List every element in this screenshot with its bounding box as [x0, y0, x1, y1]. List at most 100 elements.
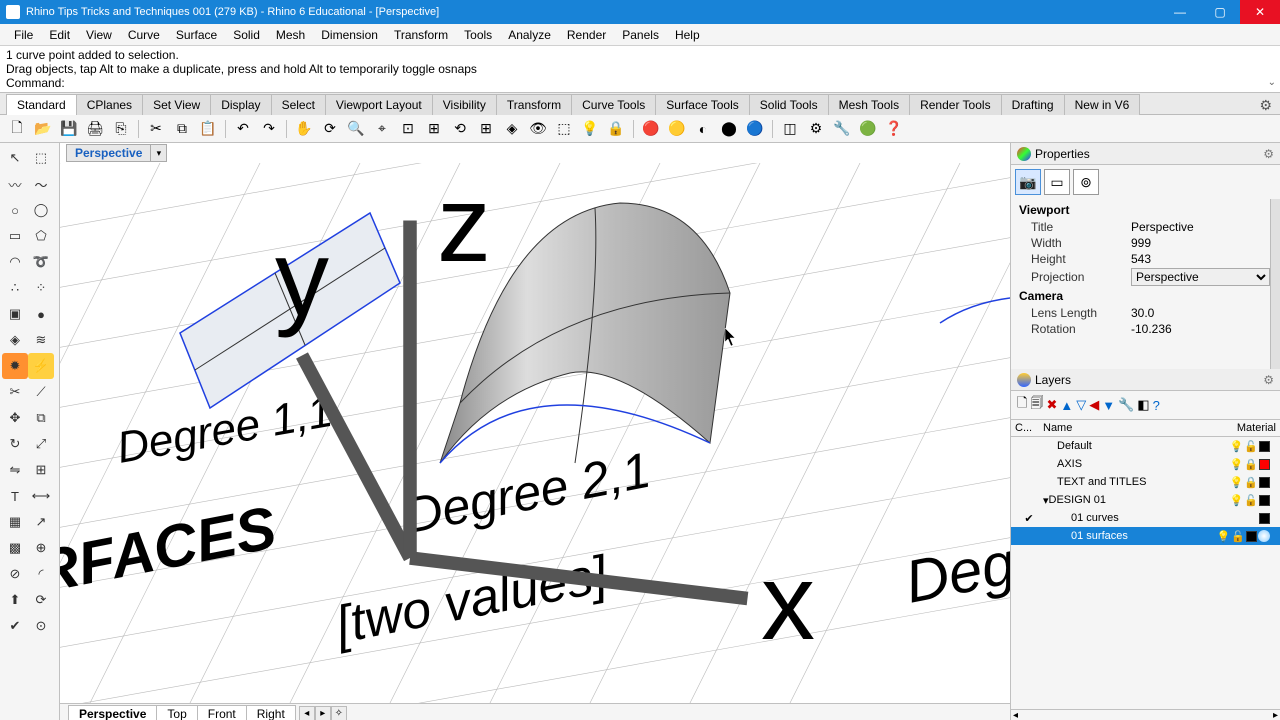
- properties-icon[interactable]: ⚙: [805, 118, 827, 140]
- join-icon[interactable]: ⚡: [28, 353, 54, 379]
- tab-scroll-right-icon[interactable]: ▸: [315, 706, 331, 720]
- polygon-icon[interactable]: ⬠: [28, 223, 54, 249]
- print-icon[interactable]: 🖨: [84, 118, 106, 140]
- tab-meshtools[interactable]: Mesh Tools: [828, 94, 910, 115]
- check-icon[interactable]: ✔: [2, 613, 28, 639]
- tab-cplanes[interactable]: CPlanes: [76, 94, 143, 115]
- trim-icon[interactable]: ✂: [2, 379, 28, 405]
- layer-row[interactable]: TEXT and TITLES 💡🔒: [1011, 473, 1280, 491]
- color-swatch[interactable]: [1259, 495, 1270, 506]
- layers-scroll-right-icon[interactable]: ▸: [1273, 710, 1278, 720]
- zoom-extents-icon[interactable]: ⊞: [423, 118, 445, 140]
- tab-visibility[interactable]: Visibility: [432, 94, 497, 115]
- current-layer-check-icon[interactable]: ✔: [1015, 512, 1043, 525]
- tab-standard[interactable]: Standard: [6, 94, 77, 115]
- menu-surface[interactable]: Surface: [168, 26, 225, 44]
- menu-help[interactable]: Help: [667, 26, 708, 44]
- perspective-viewport[interactable]: Degree 1,1 Degree 2,1 Deg RFACES [two va…: [60, 163, 1010, 703]
- delete-layer-icon[interactable]: ✖: [1046, 397, 1057, 413]
- viewport-title[interactable]: Perspective: [66, 144, 151, 162]
- mesh-icon[interactable]: ▩: [2, 535, 28, 561]
- layers-col-current[interactable]: C...: [1015, 422, 1043, 434]
- bottom-tab-top[interactable]: Top: [156, 705, 197, 720]
- pointcloud-icon[interactable]: ⁘: [28, 275, 54, 301]
- layers-col-material[interactable]: Material: [1216, 422, 1276, 434]
- lasso-icon[interactable]: ⬚: [28, 145, 54, 171]
- tab-surfacetools[interactable]: Surface Tools: [655, 94, 750, 115]
- bottom-tab-perspective[interactable]: Perspective: [68, 705, 157, 720]
- tab-solidtools[interactable]: Solid Tools: [749, 94, 829, 115]
- pan-icon[interactable]: ✋: [293, 118, 315, 140]
- prop-title-value[interactable]: Perspective: [1131, 220, 1270, 234]
- layers-scroll-left-icon[interactable]: ◂: [1013, 710, 1018, 720]
- analyze-icon[interactable]: ⊕: [28, 535, 54, 561]
- copy-tool-icon[interactable]: ⧉: [28, 405, 54, 431]
- move-icon[interactable]: ✥: [2, 405, 28, 431]
- points-icon[interactable]: ∴: [2, 275, 28, 301]
- ellipse-icon[interactable]: ◯: [28, 197, 54, 223]
- menu-analyze[interactable]: Analyze: [500, 26, 559, 44]
- tab-display[interactable]: Display: [210, 94, 271, 115]
- fillet-icon[interactable]: ◜: [28, 561, 54, 587]
- layer-row[interactable]: ✔01 curves: [1011, 509, 1280, 527]
- curve-icon[interactable]: 〜: [28, 171, 54, 197]
- zoom-window-icon[interactable]: ⌖: [371, 118, 393, 140]
- menu-solid[interactable]: Solid: [225, 26, 268, 44]
- filter-icon[interactable]: ▼: [1102, 398, 1115, 413]
- tab-add-icon[interactable]: ✧: [331, 706, 347, 720]
- export-icon[interactable]: ⎘: [110, 118, 132, 140]
- tab-transform[interactable]: Transform: [496, 94, 572, 115]
- open-icon[interactable]: 📂: [32, 118, 54, 140]
- lock-icon[interactable]: 🔓: [1244, 440, 1258, 453]
- color-swatch[interactable]: [1246, 531, 1257, 542]
- menu-mesh[interactable]: Mesh: [268, 26, 313, 44]
- polyline-icon[interactable]: 〰: [2, 171, 28, 197]
- color-swatch[interactable]: [1259, 513, 1270, 524]
- lock-icon[interactable]: 🔒: [605, 118, 627, 140]
- paste-icon[interactable]: 📋: [197, 118, 219, 140]
- redo-icon[interactable]: ↷: [258, 118, 280, 140]
- lock-icon[interactable]: 🔒: [1244, 476, 1258, 489]
- layer-row[interactable]: ▾ DESIGN 01 💡🔓: [1011, 491, 1280, 509]
- properties-scrollbar[interactable]: [1270, 199, 1280, 369]
- scale-icon[interactable]: ⤢: [28, 431, 54, 457]
- tab-scroll-left-icon[interactable]: ◂: [299, 706, 315, 720]
- menu-render[interactable]: Render: [559, 26, 614, 44]
- arc-icon[interactable]: ◠: [2, 249, 28, 275]
- layers-header[interactable]: Layers ⚙: [1011, 369, 1280, 391]
- spiral-icon[interactable]: ➰: [28, 249, 54, 275]
- layer-red-icon[interactable]: ◀: [1089, 397, 1099, 413]
- prop-projection-select[interactable]: Perspective: [1131, 268, 1270, 286]
- cut-icon[interactable]: ✂: [145, 118, 167, 140]
- rotate-icon[interactable]: ⟳: [319, 118, 341, 140]
- tab-newinv6[interactable]: New in V6: [1064, 94, 1141, 115]
- properties-header[interactable]: Properties ⚙: [1011, 143, 1280, 165]
- bulb-icon[interactable]: 💡: [1230, 476, 1244, 489]
- menu-dimension[interactable]: Dimension: [313, 26, 386, 44]
- named-view-icon[interactable]: 👁: [527, 118, 549, 140]
- surface-icon[interactable]: ◈: [2, 327, 28, 353]
- menu-panels[interactable]: Panels: [614, 26, 667, 44]
- tab-viewportlayout[interactable]: Viewport Layout: [325, 94, 433, 115]
- dim-icon[interactable]: ⟷: [28, 483, 54, 509]
- copy-icon[interactable]: ⧉: [171, 118, 193, 140]
- gear-icon[interactable]: ⚙: [1259, 97, 1272, 114]
- undo-view-icon[interactable]: ⟲: [449, 118, 471, 140]
- hatch-icon[interactable]: ▦: [2, 509, 28, 535]
- layer-row[interactable]: Default 💡🔓: [1011, 437, 1280, 455]
- bulb-icon[interactable]: 💡: [1230, 440, 1244, 453]
- shade-icon[interactable]: ◐: [692, 118, 714, 140]
- set-view-icon[interactable]: ⬚: [553, 118, 575, 140]
- layers-col-name[interactable]: Name: [1043, 422, 1216, 434]
- options-icon[interactable]: 🔧: [831, 118, 853, 140]
- layers-icon[interactable]: ◫: [779, 118, 801, 140]
- prop-view-icon[interactable]: 📷: [1015, 169, 1041, 195]
- four-viewport-icon[interactable]: ⊞: [475, 118, 497, 140]
- layer-tools-icon[interactable]: 🔧: [1118, 397, 1134, 413]
- render-preview-icon[interactable]: 🟡: [666, 118, 688, 140]
- move-up-icon[interactable]: ▲: [1060, 398, 1073, 413]
- text-icon[interactable]: T: [2, 483, 28, 509]
- lock-icon[interactable]: 🔓: [1231, 530, 1245, 543]
- color-swatch[interactable]: [1259, 477, 1270, 488]
- tab-setview[interactable]: Set View: [142, 94, 211, 115]
